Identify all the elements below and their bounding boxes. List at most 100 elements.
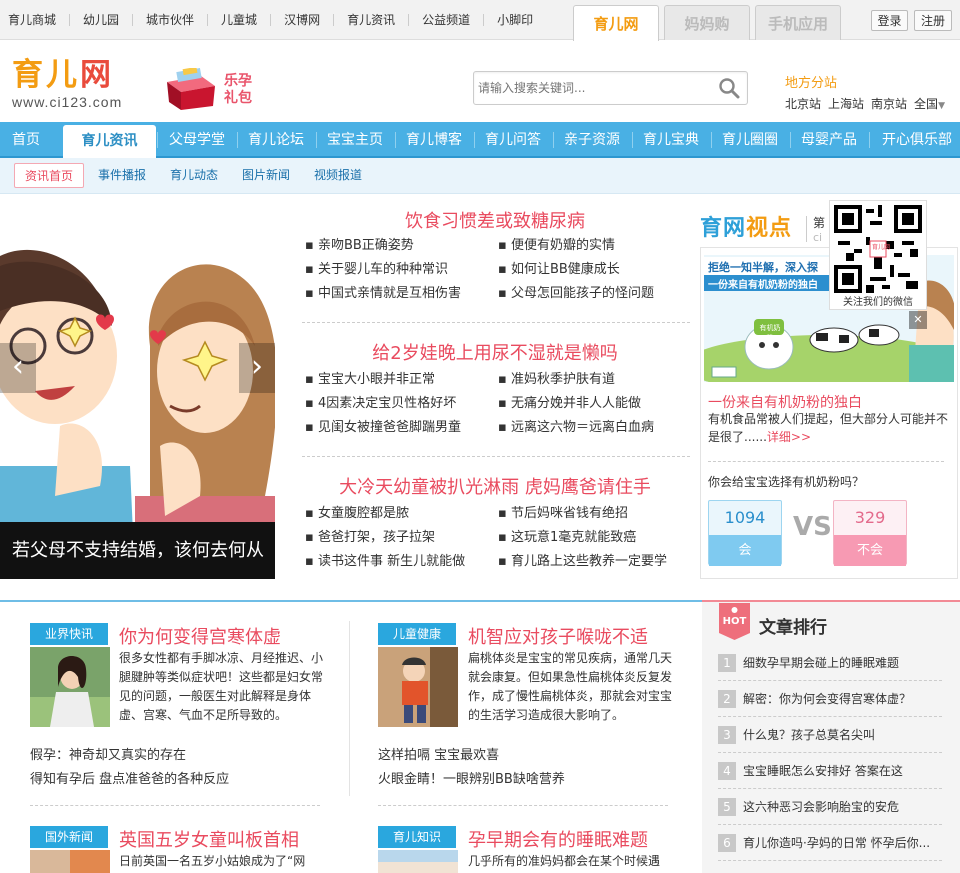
- article-thumbnail[interactable]: [378, 850, 458, 873]
- article-tag[interactable]: 业界快讯: [30, 623, 108, 645]
- nav-home[interactable]: 首页: [0, 122, 52, 158]
- city-stations-title[interactable]: 地方分站: [785, 72, 837, 91]
- article-desc: 很多女性都有手脚冰凉、月经推迟、小腿腱肿等类似症状吧！这些都是妇女常见的问题，一…: [119, 651, 324, 722]
- tab-yuer[interactable]: 育儿网: [573, 5, 659, 41]
- news-link[interactable]: ▪ 见闺女被撞爸爸脚踹男童: [305, 419, 498, 437]
- article-title[interactable]: 孕早期会有的睡眠难题: [468, 826, 648, 852]
- subnav-updates[interactable]: 育儿动态: [170, 163, 218, 188]
- ranking-item-text: 这六种恶习会影响胎宝的安危: [743, 800, 900, 814]
- promo-title[interactable]: 一份来自有机奶粉的独白: [708, 392, 862, 412]
- article-thumbnail[interactable]: [378, 647, 458, 727]
- top-link-footprint[interactable]: 小脚印: [483, 14, 546, 26]
- search-input[interactable]: [478, 78, 708, 98]
- city-beijing[interactable]: 北京站: [785, 95, 821, 112]
- gift-box-icon[interactable]: [163, 66, 219, 110]
- nav-guide[interactable]: 育儿宝典: [636, 122, 706, 158]
- news-link[interactable]: ▪ 4因素决定宝贝性格好坏: [305, 395, 498, 413]
- news-link[interactable]: ▪ 中国式亲情就是互相伤害: [305, 285, 498, 303]
- subnav-news-home[interactable]: 资讯首页: [14, 163, 85, 188]
- subnav-photo-news[interactable]: 图片新闻: [242, 163, 290, 188]
- top-link-mall[interactable]: 育儿商城: [0, 14, 69, 26]
- ranking-item[interactable]: 1 细数孕早期会碰上的睡眠难题: [718, 645, 942, 681]
- top-link-kindergarten[interactable]: 幼儿园: [69, 14, 132, 26]
- article-title[interactable]: 机智应对孩子喉咙不适: [468, 623, 648, 649]
- ranking-item[interactable]: 3 什么鬼？孩子总莫名尖叫: [718, 717, 942, 753]
- subnav-videos[interactable]: 视频报道: [314, 163, 362, 188]
- login-button[interactable]: 登录: [871, 10, 908, 31]
- news-link[interactable]: ▪ 便便有奶瓣的实情: [498, 237, 688, 255]
- nav-products[interactable]: 母婴产品: [794, 122, 864, 158]
- article-tag[interactable]: 育儿知识: [378, 826, 456, 848]
- news-link[interactable]: ▪ 宝宝大小眼并非正常: [305, 371, 498, 389]
- news-link[interactable]: ▪ 节后妈咪省钱有绝招: [498, 505, 688, 523]
- news-link[interactable]: ▪ 如何让BB健康成长: [498, 261, 688, 279]
- top-link-hanbo[interactable]: 汉博网: [270, 14, 333, 26]
- city-nanjing[interactable]: 南京站: [871, 95, 907, 112]
- gift-text[interactable]: 乐孕 礼包: [224, 73, 264, 107]
- city-shanghai[interactable]: 上海站: [828, 95, 864, 112]
- news-link[interactable]: ▪ 准妈秋季护肤有道: [498, 371, 688, 389]
- ranking-item[interactable]: 4 宝宝睡眠怎么安排好 答案在这: [718, 753, 942, 789]
- news-link[interactable]: ▪ 女童腹腔都是脓: [305, 505, 498, 523]
- city-list: 北京站 上海站 南京站 全国▼: [785, 95, 945, 112]
- article-title[interactable]: 英国五岁女童叫板首相: [119, 826, 299, 852]
- nav-blog[interactable]: 育儿博客: [399, 122, 469, 158]
- nav-parenting-news[interactable]: 育儿资讯: [63, 125, 156, 160]
- nav-baby-home[interactable]: 宝宝主页: [320, 122, 390, 158]
- ranking-item[interactable]: 5 这六种恶习会影响胎宝的安危: [718, 789, 942, 825]
- news-link[interactable]: ▪ 亲吻BB正确姿势: [305, 237, 498, 255]
- news-link[interactable]: ▪ 无痛分娩并非人人能做: [498, 395, 688, 413]
- top-link-city-partner[interactable]: 城市伙伴: [132, 14, 207, 26]
- divider: [302, 456, 690, 457]
- article-link[interactable]: 假孕：神奇却又真实的存在: [30, 744, 186, 768]
- tab-mama-gou[interactable]: 妈妈购: [664, 5, 750, 40]
- tab-mobile-app[interactable]: 手机应用: [755, 5, 841, 40]
- register-button[interactable]: 注册: [914, 10, 952, 31]
- vote-yes-label: 会: [709, 535, 781, 566]
- top-link-charity[interactable]: 公益频道: [408, 14, 483, 26]
- article-tag[interactable]: 儿童健康: [378, 623, 456, 645]
- ranking-item[interactable]: 6 育儿你造吗·孕妈的日常 怀孕后你...: [718, 825, 942, 861]
- news-link[interactable]: ▪ 爸爸打架，孩子拉架: [305, 529, 498, 547]
- article-thumbnail[interactable]: [30, 647, 110, 727]
- slider-caption[interactable]: 若父母不支持结婚，该何去何从: [0, 522, 275, 579]
- news-headline-2[interactable]: 给2岁娃晚上用尿不湿就是懒吗: [300, 339, 690, 365]
- article-link[interactable]: 得知有孕后 盘点准爸爸的各种反应: [30, 768, 229, 792]
- viewpoint-logo[interactable]: 育网视点: [700, 210, 800, 241]
- article-title[interactable]: 你为何变得宫寒体虚: [119, 623, 281, 649]
- news-link[interactable]: ▪ 这玩意1毫克就能致癌: [498, 529, 688, 547]
- nav-happy-club[interactable]: 开心俱乐部: [874, 122, 960, 158]
- vote-no-button[interactable]: 329 不会: [833, 500, 907, 566]
- slider-next-arrow-icon[interactable]: ›: [239, 343, 275, 393]
- article-tag[interactable]: 国外新闻: [30, 826, 108, 848]
- close-icon[interactable]: ✕: [909, 311, 927, 329]
- subnav-events[interactable]: 事件播报: [98, 163, 146, 188]
- vote-yes-button[interactable]: 1094 会: [708, 500, 782, 566]
- news-link[interactable]: ▪ 关于婴儿车的种种常识: [305, 261, 498, 279]
- news-headline-3[interactable]: 大冷天幼童被扒光淋雨 虎妈鹰爸请住手: [300, 473, 690, 499]
- news-link[interactable]: ▪ 远离这六物＝远离白血病: [498, 419, 688, 437]
- column-divider: [349, 621, 350, 796]
- nav-resources[interactable]: 亲子资源: [557, 122, 627, 158]
- slider-prev-arrow-icon[interactable]: ‹: [0, 343, 36, 393]
- article-thumbnail[interactable]: [30, 850, 110, 873]
- promo-more-link[interactable]: 详细>>: [767, 430, 811, 444]
- nav-forum[interactable]: 育儿论坛: [241, 122, 311, 158]
- city-all-dropdown[interactable]: 全国▼: [914, 95, 945, 112]
- search-icon[interactable]: [717, 77, 741, 99]
- article-link[interactable]: 火眼金睛！一眼辨别BB缺啥营养: [378, 768, 565, 792]
- top-links: 育儿商城 幼儿园 城市伙伴 儿童城 汉博网 育儿资讯 公益频道 小脚印: [0, 0, 546, 40]
- news-link[interactable]: ▪ 父母怎回能孩子的怪问题: [498, 285, 688, 303]
- ranking-item[interactable]: 2 解密：你为何会变得宫寒体虚？: [718, 681, 942, 717]
- nav-parent-school[interactable]: 父母学堂: [162, 122, 232, 158]
- top-link-news[interactable]: 育儿资讯: [333, 14, 408, 26]
- news-link[interactable]: ▪ 育儿路上这些教养一定要学: [498, 553, 688, 571]
- top-link-kids-city[interactable]: 儿童城: [207, 14, 270, 26]
- news-headline-1[interactable]: 饮食习惯差或致糖尿病: [300, 207, 690, 233]
- article-link[interactable]: 这样拍嗝 宝宝最欢喜: [378, 744, 499, 768]
- site-logo[interactable]: 育儿网 www.ci123.com: [12, 58, 146, 114]
- nav-circles[interactable]: 育儿圈圈: [715, 122, 785, 158]
- nav-qa[interactable]: 育儿问答: [478, 122, 548, 158]
- search-box: [473, 71, 748, 105]
- news-link[interactable]: ▪ 读书这件事 新生儿就能做: [305, 553, 498, 571]
